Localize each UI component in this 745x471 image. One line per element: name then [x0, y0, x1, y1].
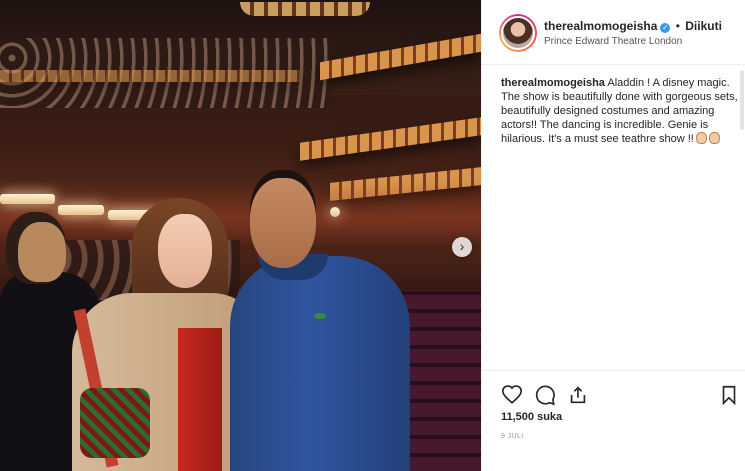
verified-badge-icon: ✓	[660, 23, 671, 33]
avatar[interactable]	[499, 14, 537, 52]
red-dress	[178, 328, 222, 471]
instagram-post: › therealmomogeisha ✓ • Diikuti Prince Ed…	[0, 0, 745, 471]
face	[158, 214, 212, 288]
scrollbar[interactable]	[740, 70, 744, 130]
username-link[interactable]: therealmomogeisha	[544, 19, 657, 33]
person-man	[230, 178, 410, 471]
face	[250, 178, 316, 268]
clapping-hands-emoji-icon	[695, 132, 707, 144]
comment-icon[interactable]	[534, 384, 556, 406]
share-icon[interactable]	[567, 384, 589, 406]
next-photo-arrow-icon[interactable]: ›	[452, 237, 472, 257]
caption: therealmomogeisha Aladdin ! A disney mag…	[501, 76, 741, 146]
blue-polo-shirt	[230, 256, 410, 471]
bookmark-icon[interactable]	[718, 384, 740, 406]
handbag	[80, 388, 150, 458]
balcony-rail	[0, 70, 300, 82]
action-bar: 11,500 suka 9 JULI	[482, 370, 745, 471]
avatar-image	[501, 16, 535, 50]
balcony-rail	[300, 117, 481, 161]
post-date[interactable]: 9 JULI	[501, 433, 524, 440]
heart-icon[interactable]	[501, 384, 523, 406]
separator: •	[675, 19, 680, 33]
person-head	[18, 222, 66, 282]
caption-username[interactable]: therealmomogeisha	[501, 77, 605, 89]
following-button[interactable]: Diikuti	[685, 19, 722, 33]
ceiling-lights	[240, 2, 370, 16]
header-user-row: therealmomogeisha ✓ • Diikuti	[544, 19, 722, 33]
post-side-panel: therealmomogeisha ✓ • Diikuti Prince Edwa…	[481, 0, 745, 471]
post-header: therealmomogeisha ✓ • Diikuti Prince Edwa…	[482, 0, 745, 65]
likes-count[interactable]: 11,500 suka	[501, 411, 562, 423]
lamp	[0, 194, 55, 204]
post-photo[interactable]: ›	[0, 0, 481, 471]
location-link[interactable]: Prince Edward Theatre London	[544, 36, 682, 47]
shirt-logo	[314, 313, 326, 319]
clapping-hands-emoji-icon	[708, 132, 720, 144]
